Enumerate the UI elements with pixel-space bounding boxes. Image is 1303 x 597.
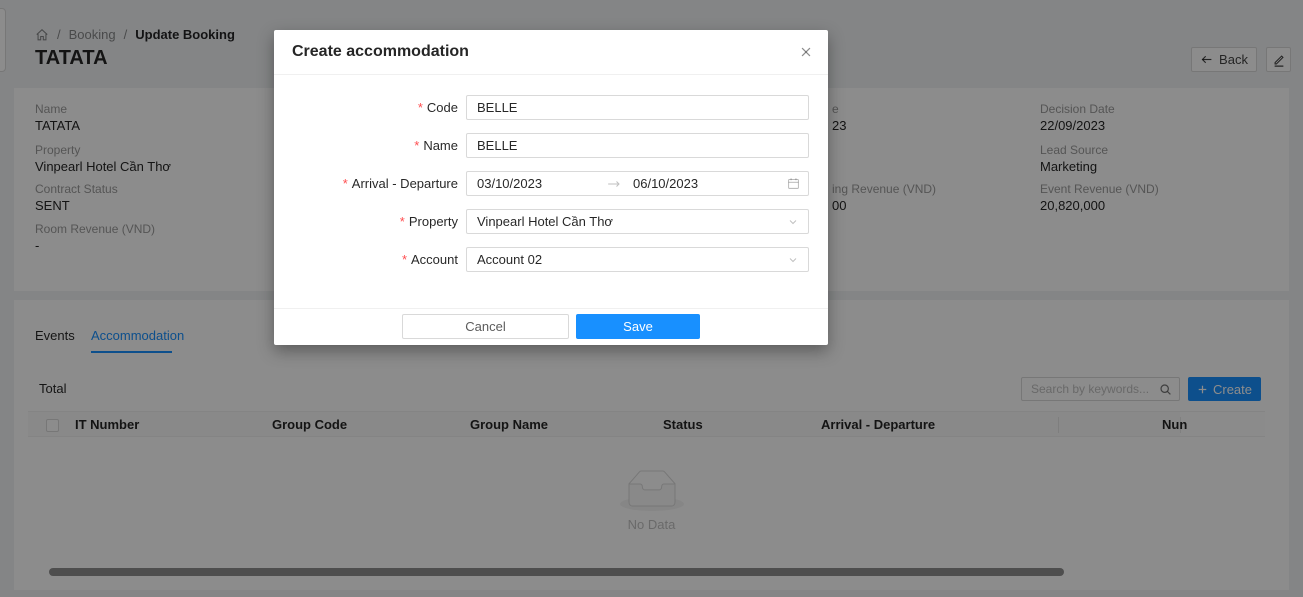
name-label: *Name xyxy=(274,133,458,158)
property-select[interactable]: Vinpearl Hotel Cần Thơ xyxy=(466,209,809,234)
required-mark: * xyxy=(402,252,407,267)
date-range-picker[interactable] xyxy=(466,171,809,196)
account-select-value: Account 02 xyxy=(467,252,542,267)
modal-header: Create accommodation xyxy=(274,30,828,75)
form-row-code: *Code xyxy=(274,95,828,120)
modal-title: Create accommodation xyxy=(292,43,469,61)
close-icon[interactable] xyxy=(798,44,814,60)
form-row-name: *Name xyxy=(274,133,828,158)
code-field-wrap xyxy=(466,95,809,120)
form-row-property: *Property Vinpearl Hotel Cần Thơ xyxy=(274,209,828,234)
name-input[interactable] xyxy=(467,134,808,157)
required-mark: * xyxy=(400,214,405,229)
arrival-date-input[interactable] xyxy=(467,172,607,195)
departure-date-input[interactable] xyxy=(621,172,761,195)
name-field-wrap xyxy=(466,133,809,158)
code-label: *Code xyxy=(274,95,458,120)
account-select[interactable]: Account 02 xyxy=(466,247,809,272)
calendar-icon xyxy=(787,177,800,190)
modal-footer: Cancel Save xyxy=(274,308,828,345)
required-mark: * xyxy=(414,138,419,153)
booking-update-page: / Booking / Update Booking TATATA Back N… xyxy=(0,0,1303,597)
property-label: *Property xyxy=(274,209,458,234)
create-accommodation-modal: Create accommodation *Code *Name *Arriva… xyxy=(274,30,828,345)
property-select-value: Vinpearl Hotel Cần Thơ xyxy=(467,214,613,229)
code-input[interactable] xyxy=(467,96,808,119)
chevron-down-icon xyxy=(787,216,799,228)
save-button[interactable]: Save xyxy=(576,314,700,339)
range-arrow-icon xyxy=(607,179,621,189)
chevron-down-icon xyxy=(787,254,799,266)
required-mark: * xyxy=(418,100,423,115)
cancel-button[interactable]: Cancel xyxy=(402,314,569,339)
required-mark: * xyxy=(343,176,348,191)
account-label: *Account xyxy=(274,247,458,272)
form-row-arrival-departure: *Arrival - Departure xyxy=(274,171,828,196)
arrival-departure-label: *Arrival - Departure xyxy=(274,171,458,196)
form-row-account: *Account Account 02 xyxy=(274,247,828,272)
